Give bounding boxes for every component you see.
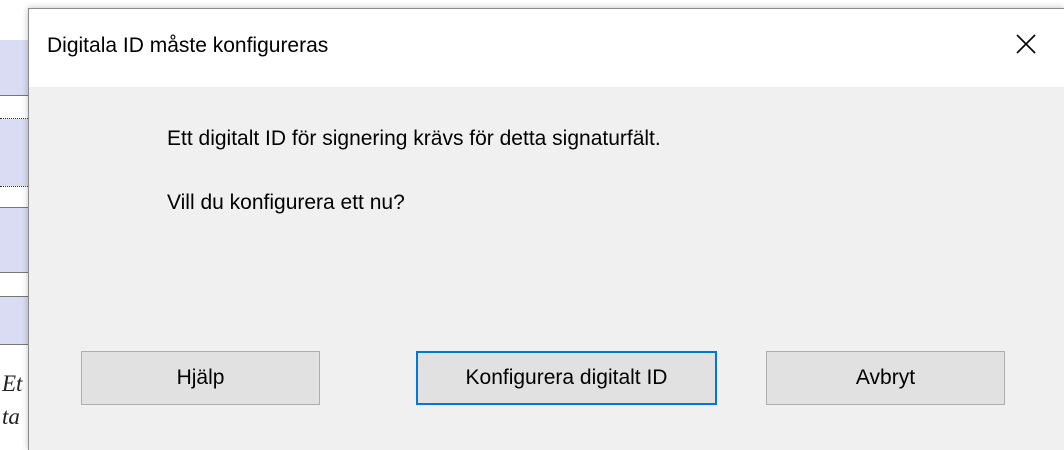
dialog-question: Vill du konfigurera ett nu?	[167, 191, 405, 214]
close-icon	[1016, 34, 1036, 54]
digital-id-dialog: Digitala ID måste konfigureras Ett digit…	[28, 8, 1064, 450]
configure-digital-id-button[interactable]: Konfigurera digitalt ID	[416, 351, 717, 405]
dialog-title-bar[interactable]: Digitala ID måste konfigureras	[29, 9, 1064, 87]
close-button[interactable]	[1005, 23, 1047, 65]
dialog-message: Ett digitalt ID för signering krävs för …	[167, 127, 661, 150]
help-button[interactable]: Hjälp	[81, 351, 320, 405]
dialog-title: Digitala ID måste konfigureras	[47, 34, 329, 57]
document-text-fragment: ta	[2, 404, 20, 429]
document-text-fragment: Et	[2, 371, 23, 396]
cancel-button[interactable]: Avbryt	[766, 351, 1005, 405]
